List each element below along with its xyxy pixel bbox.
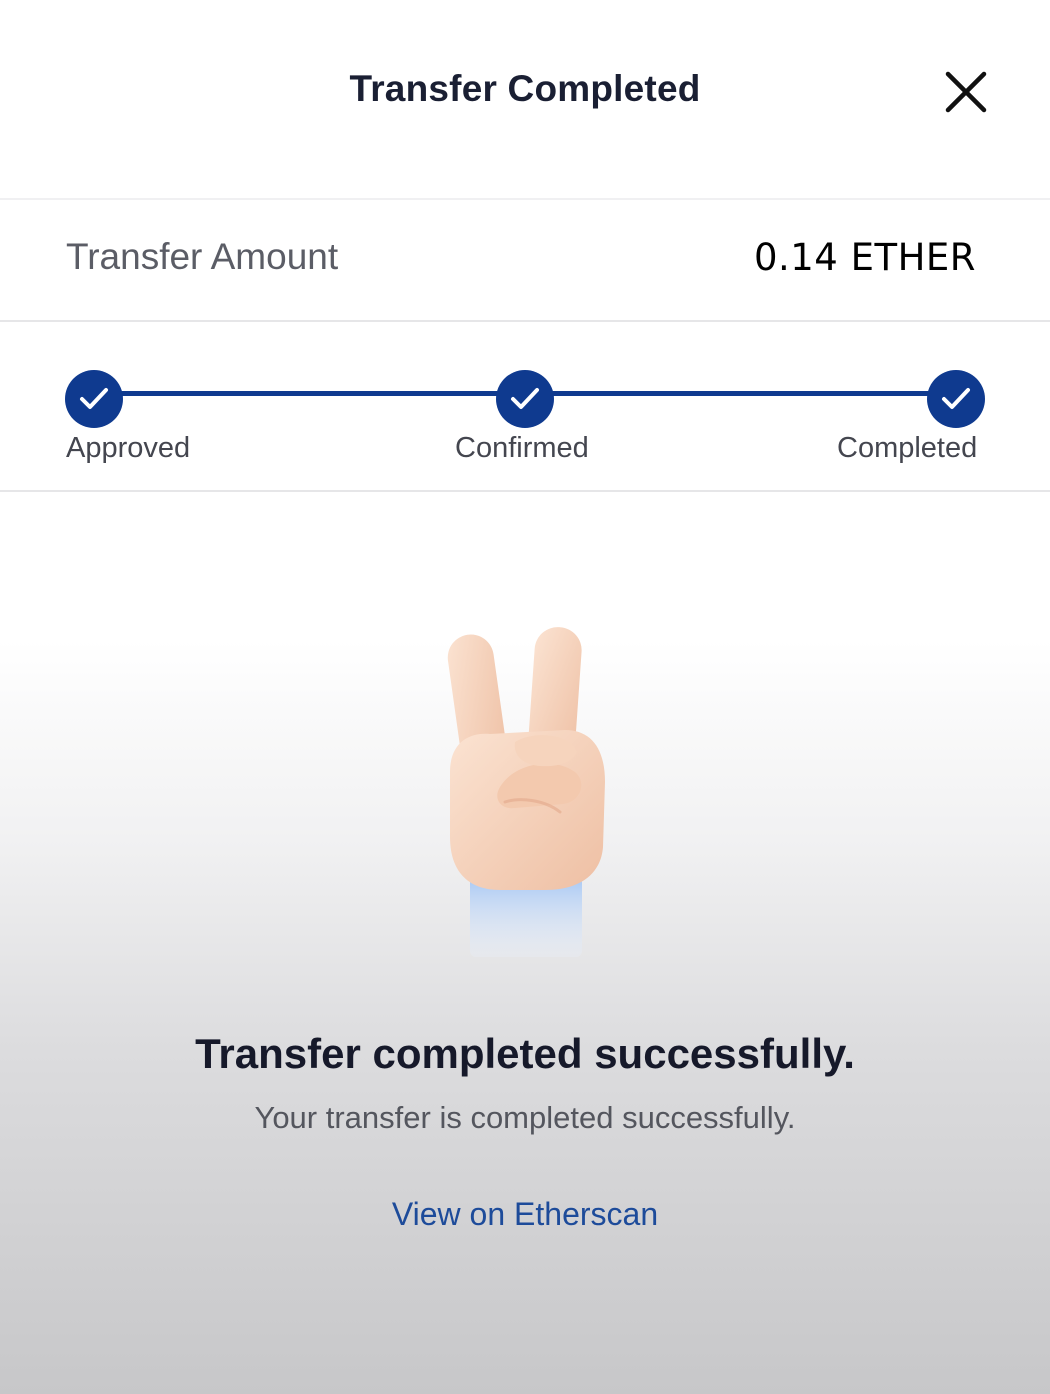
modal-header: Transfer Completed: [0, 0, 1050, 200]
success-subtitle: Your transfer is completed successfully.: [254, 1100, 796, 1135]
step-confirmed-indicator: [496, 370, 554, 428]
step-completed-indicator: [927, 370, 985, 428]
step-approved-indicator: [65, 370, 123, 428]
step-confirmed-label: Confirmed: [455, 432, 589, 464]
success-title: Transfer completed successfully.: [195, 1030, 855, 1077]
transfer-amount-value: 0.14 ETHER: [753, 236, 976, 279]
step-approved-label: Approved: [66, 432, 191, 464]
transfer-amount-row: Transfer Amount 0.14 ETHER: [0, 200, 1050, 322]
check-icon: [80, 388, 108, 409]
page-title: Transfer Completed: [349, 68, 701, 109]
step-completed-label: Completed: [837, 432, 978, 464]
view-on-etherscan-link[interactable]: View on Etherscan: [0, 1196, 1050, 1233]
check-icon: [511, 388, 539, 409]
close-icon: [945, 71, 987, 113]
transfer-amount-label: Transfer Amount: [66, 236, 339, 277]
progress-stepper: Approved Confirmed Completed: [0, 322, 1050, 492]
check-icon: [942, 388, 970, 409]
victory-hand-icon: [445, 622, 610, 962]
close-button[interactable]: [938, 64, 994, 120]
